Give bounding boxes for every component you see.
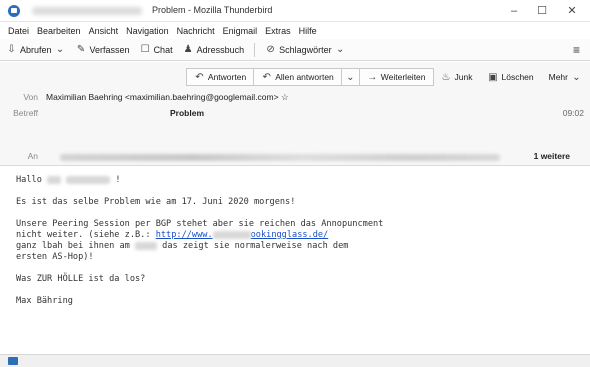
to-row: An 1 weitere [0, 151, 590, 163]
menu-bar: Datei Bearbeiten Ansicht Navigation Nach… [0, 23, 590, 38]
body-line: ganz lbah bei ihnen am [16, 241, 135, 251]
chat-label: Chat [153, 44, 173, 55]
more-label: Mehr [548, 72, 568, 82]
fetch-label: Abrufen [20, 44, 52, 55]
more-button[interactable]: Mehr ⌄ [541, 68, 590, 86]
subject-value: Problem [170, 108, 205, 118]
compose-label: Verfassen [89, 44, 130, 55]
body-line: das zeigt sie normalerweise nach dem [157, 241, 349, 251]
body-line: Unsere Peering Session per BGP stehet ab… [16, 219, 384, 229]
chevron-down-icon: ⌄ [346, 71, 355, 83]
chevron-down-icon: ⌄ [572, 71, 581, 83]
reply-all-label: Allen antworten [275, 72, 334, 82]
tags-button[interactable]: ⊘ Schlagwörter ⌄ [265, 44, 346, 55]
delete-button[interactable]: ▣ Löschen [479, 68, 541, 86]
link-part: ookingglass.de/ [250, 230, 329, 240]
chat-icon: ☐ [140, 44, 150, 55]
signature: Max Bähring [16, 296, 73, 306]
forward-button[interactable]: → Weiterleiten [358, 68, 434, 86]
online-status-icon[interactable] [8, 357, 18, 365]
link-part: http://www. [155, 230, 213, 240]
message-body: Hallo ! Es ist das selbe Problem wie am … [0, 167, 590, 354]
message-actions: ↶ Antworten ↶ Allen antworten ⌄ → Weiter… [185, 68, 590, 86]
menu-ansicht[interactable]: Ansicht [89, 26, 119, 36]
to-label: An [27, 151, 38, 161]
lookingglass-link[interactable]: http://www. ookingglass.de/ [156, 230, 329, 240]
toolbar-separator [254, 42, 256, 57]
body-line: nicht weiter. (siehe z.B.: [16, 230, 156, 240]
menu-enigmail[interactable]: Enigmail [223, 26, 258, 36]
fetch-button[interactable]: ⇩ Abrufen ⌄ [6, 44, 66, 55]
status-bar [0, 354, 590, 367]
thunderbird-icon [8, 5, 20, 17]
trash-icon: ▣ [488, 71, 498, 83]
close-button[interactable]: ✕ [560, 3, 584, 19]
minimize-button[interactable]: – [502, 3, 526, 19]
download-icon: ⇩ [7, 44, 16, 55]
junk-button[interactable]: ♨ Junk [433, 68, 481, 86]
reply-dropdown[interactable]: ⌄ [340, 68, 360, 86]
redacted-name [66, 175, 111, 184]
body-paragraph: Unsere Peering Session per BGP stehet ab… [16, 219, 590, 263]
menu-navigation[interactable]: Navigation [126, 26, 169, 36]
redacted-title [32, 7, 142, 15]
app-menu-button[interactable]: ≡ [573, 43, 580, 57]
chevron-down-icon[interactable]: ⌄ [55, 44, 66, 55]
subject-row: Betreff Problem 09:02 [0, 108, 590, 120]
tag-icon: ⊘ [266, 44, 275, 55]
menu-hilfe[interactable]: Hilfe [299, 26, 317, 36]
compose-button[interactable]: ✎ Verfassen [76, 44, 130, 55]
main-toolbar: ⇩ Abrufen ⌄ ✎ Verfassen ☐ Chat ♟ Adressb… [0, 39, 590, 61]
redacted-location [135, 241, 157, 250]
redacted-recipients [60, 154, 500, 161]
body-line: Was ZUR HÖLLE ist da los? [16, 274, 146, 284]
from-label: Von [23, 92, 38, 102]
tags-label: Schlagwörter [279, 44, 332, 55]
reply-all-button[interactable]: ↶ Allen antworten [253, 68, 342, 86]
sender-address[interactable]: Maximilian Baehring <maximilian.baehring… [46, 92, 279, 102]
menu-bearbeiten[interactable]: Bearbeiten [37, 26, 81, 36]
reply-button[interactable]: ↶ Antworten [185, 68, 255, 86]
chat-button[interactable]: ☐ Chat [140, 44, 173, 55]
maximize-button[interactable]: ☐ [530, 3, 554, 19]
addressbook-button[interactable]: ♟ Adressbuch [183, 44, 245, 55]
junk-label: Junk [454, 72, 473, 82]
body-line: Es ist das selbe Problem wie am 17. Juni… [16, 197, 296, 207]
window-title: Problem - Mozilla Thunderbird [152, 5, 273, 15]
forward-icon: → [367, 71, 378, 83]
redacted-name [47, 175, 62, 184]
menu-datei[interactable]: Datei [8, 26, 29, 36]
greeting-line: Hallo ! [16, 175, 121, 185]
delete-label: Löschen [501, 72, 534, 82]
pencil-icon: ✎ [76, 44, 86, 55]
reply-icon: ↶ [195, 71, 204, 83]
addressbook-label: Adressbuch [196, 44, 245, 55]
message-header: ↶ Antworten ↶ Allen antworten ⌄ → Weiter… [0, 62, 590, 166]
star-icon[interactable]: ☆ [281, 92, 289, 102]
reply-label: Antworten [207, 72, 247, 82]
menu-extras[interactable]: Extras [265, 26, 291, 36]
body-line: ersten AS-Hop)! [16, 252, 94, 262]
title-bar: Problem - Mozilla Thunderbird – ☐ ✕ [0, 0, 590, 22]
junk-icon: ♨ [441, 71, 451, 83]
menu-nachricht[interactable]: Nachricht [177, 26, 215, 36]
message-date: 09:02 [562, 108, 584, 118]
forward-label: Weiterleiten [380, 72, 426, 82]
chevron-down-icon: ⌄ [335, 44, 345, 55]
from-value[interactable]: Maximilian Baehring <maximilian.baehring… [46, 92, 289, 103]
subject-label: Betreff [13, 108, 38, 118]
more-recipients[interactable]: 1 weitere [534, 151, 570, 161]
greeting: Hallo [16, 175, 42, 185]
redacted-link-part [212, 230, 251, 239]
from-row: Von Maximilian Baehring <maximilian.baeh… [0, 92, 590, 104]
reply-all-icon: ↶ [262, 71, 271, 83]
contacts-icon: ♟ [183, 44, 193, 55]
